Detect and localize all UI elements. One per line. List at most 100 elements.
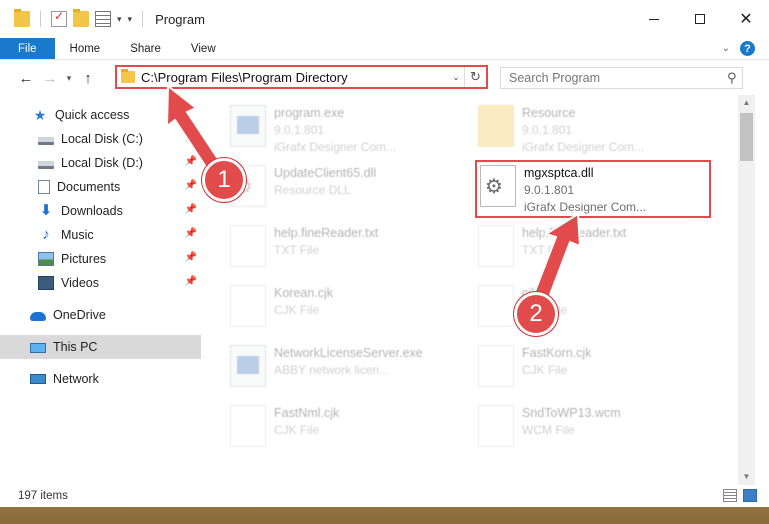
- pc-icon: [30, 342, 46, 353]
- file-item[interactable]: program.exe 9.0.1.801 iGrafx Designer Co…: [230, 105, 470, 155]
- item-count: 197 items: [18, 490, 68, 502]
- text-file-icon: [478, 225, 514, 267]
- forward-arrow-icon[interactable]: →: [38, 70, 62, 87]
- toolbar-divider: [40, 11, 41, 27]
- file-item[interactable]: SndToWP13.wcm WCM File: [478, 405, 718, 455]
- folder-icon: [478, 105, 514, 147]
- window-title: Program: [155, 11, 205, 27]
- file-icon: [230, 405, 266, 447]
- file-item[interactable]: FastKorn.cjk CJK File: [478, 345, 718, 395]
- close-icon: ✕: [739, 11, 753, 28]
- close-button[interactable]: ✕: [723, 0, 769, 38]
- search-box[interactable]: ⚲: [500, 67, 743, 89]
- file-name: program.exe: [274, 106, 345, 120]
- scroll-down-icon[interactable]: ▼: [738, 469, 755, 485]
- chevron-down-icon[interactable]: ⌄: [448, 72, 464, 83]
- file-item[interactable]: FastNml.cjk CJK File: [230, 405, 470, 455]
- file-name: help.fineReader.txt: [522, 226, 627, 240]
- sidebar-item-music[interactable]: ♪ Music 📌: [0, 223, 201, 247]
- ribbon-right-controls: ⌄ ?: [722, 41, 755, 56]
- pin-icon[interactable]: 📌: [185, 228, 197, 239]
- scroll-up-icon[interactable]: ▲: [738, 95, 755, 111]
- sidebar-item-pictures[interactable]: Pictures 📌: [0, 247, 201, 271]
- exe-file-icon: [230, 345, 266, 387]
- up-arrow-icon[interactable]: ↑: [76, 70, 100, 87]
- sidebar-item-documents[interactable]: Documents 📌: [0, 175, 201, 199]
- ribbon-tabs: File Home Share View ⌄ ?: [0, 38, 769, 60]
- search-icon[interactable]: ⚲: [722, 70, 742, 86]
- file-name: NetworkLicenseServer.exe: [274, 346, 423, 360]
- pin-icon[interactable]: 📌: [185, 156, 197, 167]
- file-list: program.exe 9.0.1.801 iGrafx Designer Co…: [210, 95, 738, 480]
- file-icon: [478, 405, 514, 447]
- sidebar-item-label: Downloads: [61, 204, 123, 218]
- scroll-thumb[interactable]: [740, 113, 753, 161]
- file-item[interactable]: UpdateClient65.dll Resource DLL: [230, 165, 470, 215]
- maximize-button[interactable]: [677, 0, 723, 38]
- vertical-scrollbar[interactable]: ▲ ▼: [738, 95, 755, 485]
- tab-share[interactable]: Share: [115, 38, 176, 59]
- window-controls: ✕: [631, 0, 769, 38]
- sidebar-item-label: Music: [61, 228, 94, 242]
- help-icon[interactable]: ?: [740, 41, 755, 56]
- pin-icon[interactable]: 📌: [185, 132, 197, 143]
- file-item[interactable]: help.fineReader.txt TXT File: [478, 225, 718, 275]
- file-icon: [478, 285, 514, 327]
- sidebar-item-this-pc[interactable]: This PC: [0, 335, 201, 359]
- sidebar-item-local-disk-c[interactable]: Local Disk (C:) 📌: [0, 127, 201, 151]
- explorer-window: ▾ ▾ Program ✕ File Home Share View ⌄ ? ←…: [0, 0, 769, 507]
- chevron-down-icon[interactable]: ▾: [117, 14, 122, 25]
- view-properties-icon[interactable]: [95, 11, 111, 27]
- videos-icon: [38, 276, 54, 290]
- pictures-icon: [38, 252, 54, 266]
- folder-icon[interactable]: [14, 9, 30, 27]
- file-item[interactable]: Resource 9.0.1.801 iGrafx Designer Com..…: [478, 105, 718, 155]
- toolbar-divider: [142, 11, 144, 27]
- search-input[interactable]: [509, 69, 722, 87]
- properties-check-icon[interactable]: [51, 9, 67, 27]
- callout-step-2: 2: [514, 292, 558, 336]
- music-icon: ♪: [42, 226, 50, 243]
- details-view-icon[interactable]: [723, 489, 737, 502]
- tab-home[interactable]: Home: [55, 38, 116, 59]
- new-folder-icon[interactable]: [73, 9, 89, 27]
- pin-icon[interactable]: 📌: [185, 252, 197, 263]
- sidebar-item-videos[interactable]: Videos 📌: [0, 271, 201, 295]
- refresh-icon[interactable]: ↻: [464, 67, 486, 87]
- pin-icon[interactable]: 📌: [185, 204, 197, 215]
- pin-icon[interactable]: 📌: [185, 276, 197, 287]
- sidebar-item-network[interactable]: Network: [0, 367, 201, 391]
- pin-icon[interactable]: 📌: [185, 180, 197, 191]
- sidebar-item-label: Videos: [61, 276, 99, 290]
- sidebar-item-quick-access[interactable]: ★ Quick access: [0, 103, 201, 127]
- tab-view[interactable]: View: [176, 38, 231, 59]
- sidebar-item-onedrive[interactable]: OneDrive: [0, 303, 201, 327]
- text-file-icon: [230, 225, 266, 267]
- file-name: SndToWP13.wcm: [522, 406, 621, 420]
- large-icons-view-icon[interactable]: [743, 489, 757, 502]
- file-type: Resource DLL: [274, 183, 351, 197]
- back-arrow-icon[interactable]: ←: [14, 70, 38, 87]
- callout-step-1: 1: [202, 158, 246, 202]
- file-type: CJK File: [274, 303, 320, 317]
- customize-toolbar-icon[interactable]: ▾: [128, 14, 133, 25]
- recent-locations-icon[interactable]: ▾: [62, 73, 76, 84]
- sidebar-item-downloads[interactable]: ⬇ Downloads 📌: [0, 199, 201, 223]
- network-icon: [30, 374, 46, 384]
- navigation-pane: ★ Quick access Local Disk (C:) 📌 Local D…: [0, 95, 210, 480]
- address-path[interactable]: C:\Program Files\Program Directory: [141, 70, 448, 85]
- minimize-button[interactable]: [631, 0, 677, 38]
- sidebar-item-local-disk-d[interactable]: Local Disk (D:) 📌: [0, 151, 201, 175]
- file-name: Korean.cjk: [274, 286, 334, 300]
- maximize-icon: [695, 14, 705, 24]
- file-item[interactable]: help.fineReader.txt TXT File: [230, 225, 470, 275]
- address-bar[interactable]: C:\Program Files\Program Directory ⌄ ↻: [115, 65, 488, 89]
- exe-file-icon: [230, 105, 266, 147]
- expand-ribbon-icon[interactable]: ⌄: [722, 43, 730, 54]
- file-version: 9.0.1.801: [522, 123, 573, 137]
- file-type: CJK File: [274, 423, 320, 437]
- file-name: help.fineReader.txt: [274, 226, 379, 240]
- tab-file[interactable]: File: [0, 38, 55, 59]
- file-item[interactable]: NetworkLicenseServer.exe ABBY network li…: [230, 345, 470, 395]
- file-item[interactable]: Korean.cjk CJK File: [230, 285, 470, 335]
